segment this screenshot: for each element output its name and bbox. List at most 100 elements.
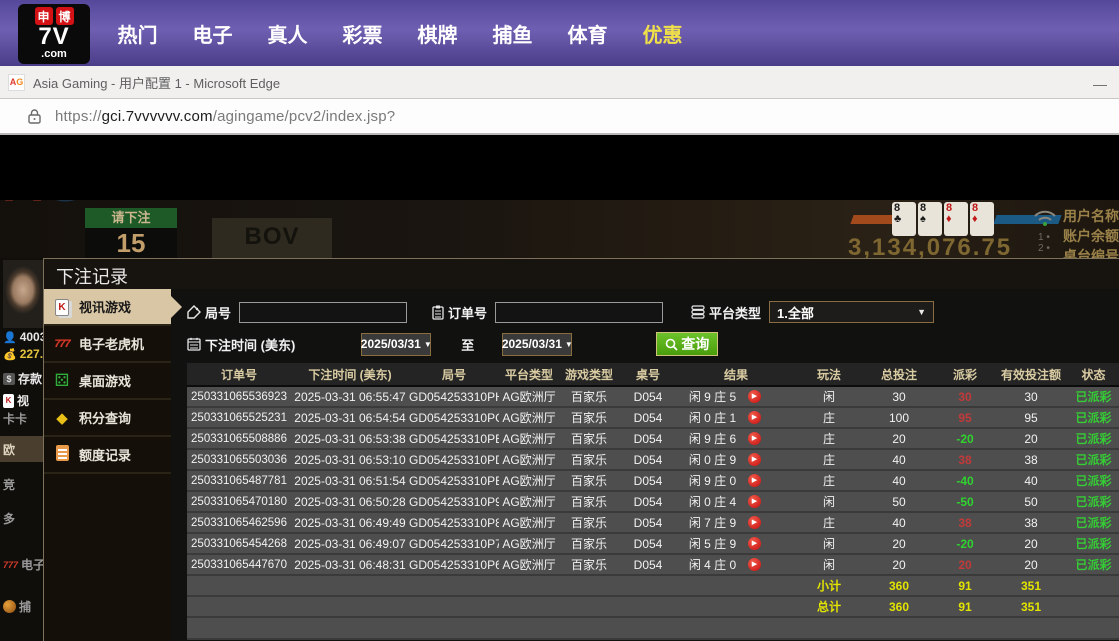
total-bet-cell: 20 [863, 428, 935, 449]
platform-type-value: 1.全部 [777, 303, 814, 322]
platform-type-select[interactable]: 1.全部 ▼ [769, 301, 934, 323]
empty-row [187, 617, 1119, 639]
order-number-label: 订单号 [448, 303, 487, 322]
round-number-input[interactable] [239, 302, 407, 323]
replay-video-icon[interactable]: ▶ [748, 474, 761, 487]
column-header: 玩法 [795, 363, 863, 386]
result-cell: 闲 9 庄 5▶ [677, 386, 795, 407]
sidebar-item-credit-records[interactable]: 额度记录 [44, 437, 171, 474]
column-header: 结果 [677, 363, 795, 386]
payout-cell: 95 [935, 407, 995, 428]
search-button[interactable]: 查询 [656, 332, 718, 356]
avatar[interactable] [3, 260, 43, 328]
total-bet-cell: 20 [863, 533, 935, 554]
modal-title: 下注记录 [44, 259, 1119, 289]
column-header: 局号 [409, 363, 499, 386]
url-text[interactable]: https://gci.7vvvvvv.com/agingame/pcv2/in… [55, 108, 395, 125]
ag-favicon: AG [8, 74, 25, 91]
menu-fishing[interactable]: 捕 [0, 598, 43, 615]
replay-video-icon[interactable]: ▶ [748, 495, 761, 508]
url-path: /agingame/pcv2/index.jsp? [213, 108, 396, 125]
card: 8♦ [970, 202, 994, 236]
menu-live-games[interactable]: K视 [0, 392, 43, 409]
column-header: 派彩 [935, 363, 995, 386]
date-to-picker[interactable]: 2025/03/31 ▼ [502, 333, 572, 356]
total-bet-cell: 40 [863, 449, 935, 470]
date-from-picker[interactable]: 2025/03/31 ▼ [361, 333, 431, 356]
bet-time-cell: 2025-03-31 06:53:38 [291, 428, 409, 449]
game-type-cell: 百家乐 [559, 470, 619, 491]
nav-item-live[interactable]: 真人 [250, 19, 325, 48]
bet-time-cell: 2025-03-31 06:54:54 [291, 407, 409, 428]
menu-jing[interactable]: 竞 [0, 476, 43, 493]
total-row: 总计36091351 [187, 596, 1119, 617]
nav-item-board[interactable]: 棋牌 [400, 19, 475, 48]
valid-bet-cell: 38 [995, 512, 1067, 533]
bet-time-label: 下注时间 (美东) [205, 335, 295, 354]
result-cell: 闲 0 庄 9▶ [677, 449, 795, 470]
round-number-cell: GD054253310P9 [409, 491, 499, 512]
sidebar-item-slots[interactable]: 777 电子老虎机 [44, 326, 171, 363]
deposit-button[interactable]: $存款 [0, 370, 43, 387]
site-logo[interactable]: 申 博 7V .com [18, 4, 90, 64]
table-row: 2503310655030362025-03-31 06:53:10GD0542… [187, 449, 1119, 470]
table-number-cell: D054 [619, 407, 677, 428]
replay-video-icon[interactable]: ▶ [748, 390, 761, 403]
user-id: 👤4003 [0, 330, 43, 344]
window-title: Asia Gaming - 用户配置 1 - Microsoft Edge [33, 73, 280, 92]
replay-video-icon[interactable]: ▶ [748, 432, 761, 445]
menu-duo[interactable]: 多 [0, 510, 43, 527]
minimize-button[interactable]: — [1093, 76, 1107, 92]
nav-item-slots[interactable]: 电子 [175, 19, 250, 48]
result-text: 闲 7 庄 9 [677, 514, 748, 531]
casino-background: AG 请下注 15 BOV 8♣ 8♠ 8♦ 8♦ 3,134,076.75 1… [0, 200, 1119, 258]
logo-com: .com [41, 49, 67, 59]
sidebar-item-points[interactable]: ◆ 积分查询 [44, 400, 171, 437]
sidebar-item-table-games[interactable]: ⚄ 桌面游戏 [44, 363, 171, 400]
table-number-cell: D054 [619, 386, 677, 407]
nav-item-fishing[interactable]: 捕鱼 [475, 19, 550, 48]
replay-video-icon[interactable]: ▶ [748, 411, 761, 424]
lock-icon[interactable] [28, 109, 41, 124]
cell [187, 596, 795, 617]
game-type-cell: 百家乐 [559, 554, 619, 575]
column-header: 订单号 [187, 363, 291, 386]
round-number-cell: GD054253310PH [409, 386, 499, 407]
camera-numbers: 1 •2 • [1038, 232, 1050, 254]
nav-item-lottery[interactable]: 彩票 [325, 19, 400, 48]
game-type-cell: 百家乐 [559, 512, 619, 533]
play-type-cell: 庄 [795, 470, 863, 491]
table-number-cell: D054 [619, 533, 677, 554]
cell [187, 575, 795, 596]
to-label: 至 [461, 335, 474, 354]
result-cell: 闲 7 庄 9▶ [677, 512, 795, 533]
payout-cell: 20 [935, 554, 995, 575]
nav-item-promo[interactable]: 优惠 [625, 19, 700, 48]
order-number-input[interactable] [495, 302, 663, 323]
nav-item-sports[interactable]: 体育 [550, 19, 625, 48]
bet-countdown: 15 [85, 228, 177, 258]
valid-bet-cell: 20 [995, 554, 1067, 575]
total-row-payout: 91 [935, 596, 995, 617]
wifi-icon [1032, 208, 1058, 233]
platform-cell: AG欧洲厅 [499, 533, 559, 554]
status-cell: 已派彩 [1067, 407, 1119, 428]
replay-video-icon[interactable]: ▶ [748, 516, 761, 529]
subtotal-row-payout: 91 [935, 575, 995, 596]
status-cell: 已派彩 [1067, 428, 1119, 449]
replay-video-icon[interactable]: ▶ [748, 453, 761, 466]
bet-time-cell: 2025-03-31 06:51:54 [291, 470, 409, 491]
menu-europe[interactable]: 欧 [0, 436, 43, 462]
calendar-icon [187, 337, 201, 351]
sidebar-item-live-games[interactable]: K 视讯游戏 [44, 289, 171, 326]
nav-item-hot[interactable]: 热门 [100, 19, 175, 48]
url-scheme: https:// [55, 108, 102, 125]
edge-urlbar[interactable]: https://gci.7vvvvvv.com/agingame/pcv2/in… [0, 99, 1119, 135]
dice-icon: ⚄ [52, 372, 72, 389]
column-header: 有效投注额 [995, 363, 1067, 386]
menu-kaka[interactable]: 卡卡 [0, 410, 43, 427]
platform-cell: AG欧洲厅 [499, 449, 559, 470]
menu-slots[interactable]: 777电子 [0, 556, 43, 573]
replay-video-icon[interactable]: ▶ [748, 537, 761, 550]
replay-video-icon[interactable]: ▶ [748, 558, 761, 571]
